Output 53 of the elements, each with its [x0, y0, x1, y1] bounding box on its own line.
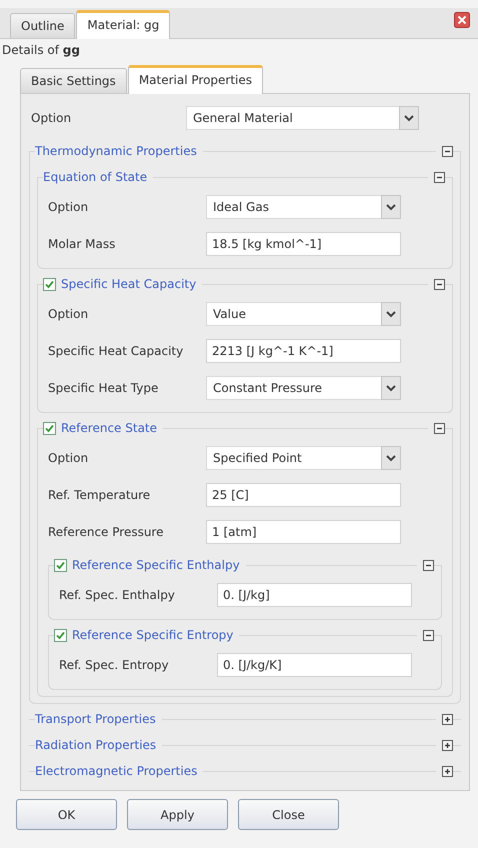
dropdown[interactable]: Constant Pressure: [206, 376, 401, 400]
field-label: Ref. Spec. Entropy: [59, 658, 170, 672]
section-title[interactable]: Electromagnetic Properties: [35, 764, 198, 778]
section-title: Reference Specific Entropy: [72, 628, 234, 642]
dropdown[interactable]: General Material: [186, 106, 419, 130]
collapse-icon[interactable]: [442, 146, 453, 156]
checkbox[interactable]: [43, 278, 56, 290]
checkbox[interactable]: [54, 558, 67, 572]
field-label: Specific Heat Capacity: [48, 344, 184, 358]
collapse-icon[interactable]: [434, 278, 445, 290]
field-label: Option: [48, 200, 90, 214]
field-label: Ref. Temperature: [48, 488, 152, 502]
input-field[interactable]: 0. [J/kg/K]: [217, 652, 412, 676]
dropdown[interactable]: Value: [206, 302, 401, 326]
field-label: Option: [48, 450, 90, 464]
dialog-button[interactable]: Close: [238, 799, 339, 830]
checkbox[interactable]: [54, 628, 67, 642]
section-title[interactable]: Equation of State: [43, 170, 148, 184]
section-title: Specific Heat Capacity: [61, 277, 196, 291]
collapse-icon[interactable]: [434, 422, 445, 434]
expand-icon[interactable]: [442, 714, 453, 724]
expand-icon[interactable]: [442, 766, 453, 776]
field-label: Ref. Spec. Enthalpy: [59, 588, 176, 602]
details-heading: Details of gg: [1, 43, 81, 57]
collapse-icon[interactable]: [423, 560, 434, 570]
collapse-icon[interactable]: [423, 630, 434, 640]
input-field[interactable]: 1 [atm]: [206, 520, 401, 544]
section-title: Reference Specific Enthalpy: [72, 558, 240, 572]
section-title[interactable]: Transport Properties: [35, 712, 156, 726]
input-field[interactable]: 0. [J/kg]: [217, 582, 412, 606]
section-title[interactable]: Radiation Properties: [35, 738, 156, 752]
expand-icon[interactable]: [442, 740, 453, 750]
input-field[interactable]: 25 [C]: [206, 482, 401, 506]
input-field[interactable]: 2213 [J kg^-1 K^-1]: [206, 338, 401, 362]
dropdown[interactable]: Ideal Gas: [206, 194, 401, 218]
panel-tab[interactable]: Outline: [10, 13, 76, 38]
field-label: Reference Pressure: [48, 524, 164, 538]
field-label: Molar Mass: [48, 236, 116, 250]
collapse-icon[interactable]: [434, 172, 445, 182]
dropdown[interactable]: Specified Point: [206, 446, 401, 470]
field-label: Specific Heat Type: [48, 380, 160, 394]
checkbox[interactable]: [43, 422, 56, 434]
close-icon[interactable]: [454, 12, 470, 28]
tab[interactable]: Basic Settings: [20, 68, 127, 93]
field-label: Option: [31, 111, 72, 125]
field-label: Option: [48, 306, 90, 320]
tab[interactable]: Material Properties: [128, 65, 264, 94]
dialog-button[interactable]: OK: [16, 799, 117, 830]
input-field[interactable]: 18.5 [kg kmol^-1]: [206, 232, 401, 256]
dialog-button[interactable]: Apply: [127, 799, 228, 830]
panel-tab[interactable]: Material: gg: [76, 10, 170, 39]
section-title: Reference State: [61, 421, 158, 435]
section-title[interactable]: Thermodynamic Properties: [35, 144, 197, 158]
